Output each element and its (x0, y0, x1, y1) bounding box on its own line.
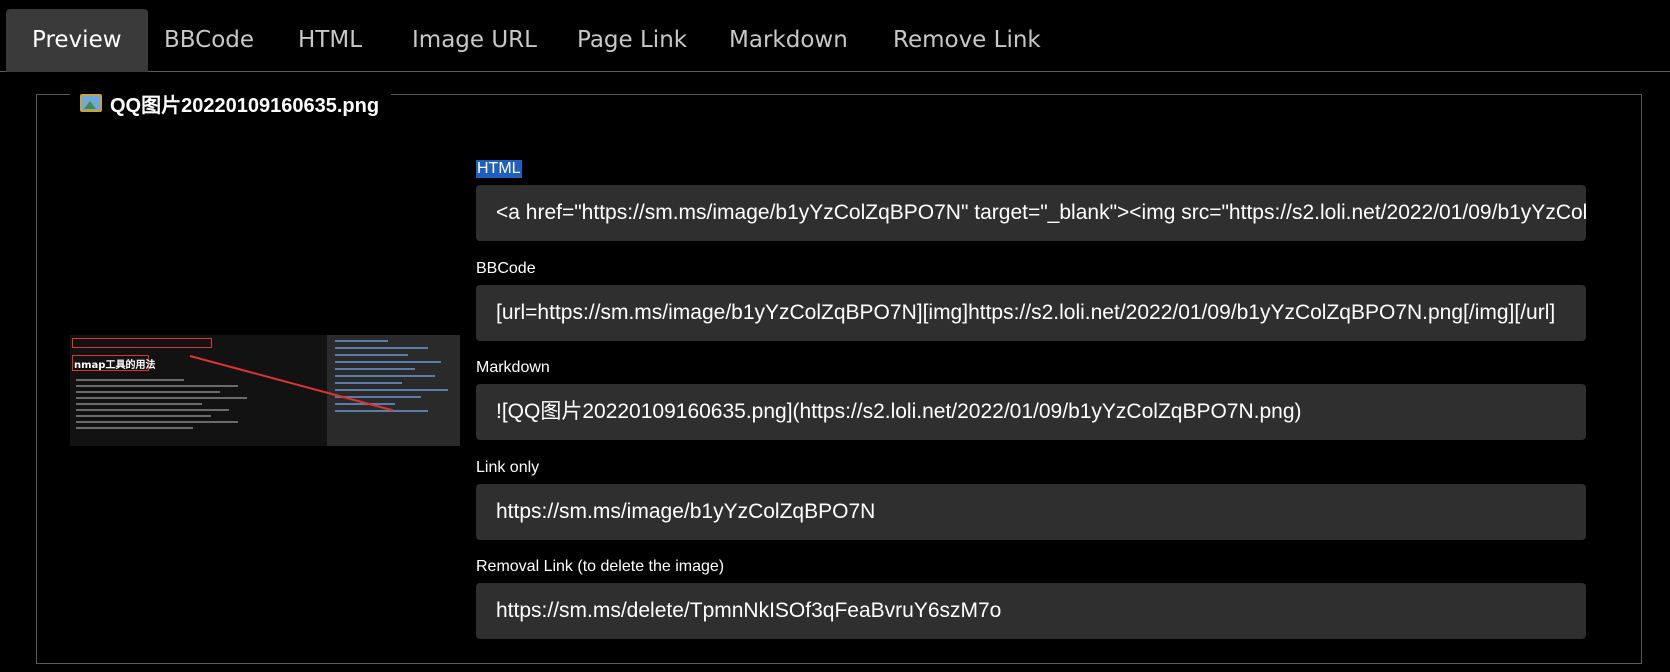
image-filename: QQ图片20220109160635.png (110, 94, 380, 117)
html-label: HTML (476, 160, 522, 178)
tab-bar: Preview BBCode HTML Image URL Page Link … (0, 0, 1670, 72)
link-only-field[interactable]: https://sm.ms/image/b1yYzColZqBPO7N (476, 484, 1586, 540)
image-thumbnail[interactable]: nmap工具的用法 (70, 335, 460, 446)
bbcode-field[interactable]: [url=https://sm.ms/image/b1yYzColZqBPO7N… (476, 285, 1586, 341)
removal-link-field[interactable]: https://sm.ms/delete/TpmnNkISOf3qFeaBvru… (476, 583, 1586, 639)
link-only-label: Link only (476, 459, 540, 476)
markdown-field[interactable]: ![QQ图片20220109160635.png](https://s2.lol… (476, 384, 1586, 440)
image-file-icon (80, 94, 102, 112)
tab-html[interactable]: HTML (272, 9, 388, 71)
removal-link-label: Removal Link (to delete the image) (476, 558, 725, 575)
tab-bbcode[interactable]: BBCode (138, 9, 280, 71)
tab-remove-link[interactable]: Remove Link (867, 9, 1067, 71)
markdown-label: Markdown (476, 359, 550, 376)
panel-legend: QQ图片20220109160635.png (70, 88, 392, 118)
tab-image-url[interactable]: Image URL (386, 9, 563, 71)
thumbnail-code-area (327, 335, 460, 446)
tab-preview[interactable]: Preview (6, 9, 148, 72)
tab-markdown[interactable]: Markdown (703, 9, 874, 71)
tab-page-link[interactable]: Page Link (551, 9, 713, 71)
thumbnail-highlight-box (72, 338, 212, 348)
thumbnail-text-lines (76, 379, 256, 433)
bbcode-label: BBCode (476, 260, 536, 277)
thumbnail-article-area: nmap工具的用法 (70, 335, 327, 446)
thumbnail-title: nmap工具的用法 (74, 360, 156, 371)
html-code-field[interactable]: <a href="https://sm.ms/image/b1yYzColZqB… (476, 185, 1586, 241)
